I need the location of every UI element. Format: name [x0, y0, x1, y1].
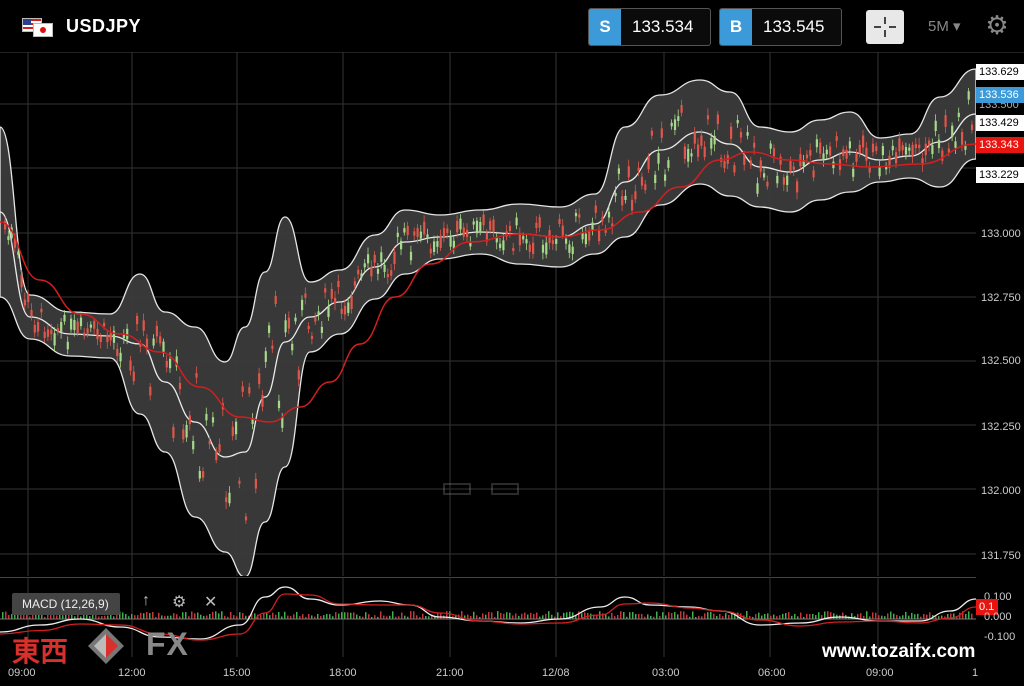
price-chart[interactable] [0, 52, 976, 576]
axis-label: 132.000 [981, 485, 1021, 497]
timeframe-selector[interactable]: 5M ▾ [928, 17, 961, 35]
buy-tag: B [720, 9, 752, 45]
axis-label: 131.750 [981, 550, 1021, 562]
bid-price-tag: 133.536 [976, 87, 1024, 103]
axis-label: 132.500 [981, 355, 1021, 367]
ma-price-tag: 133.343 [976, 137, 1024, 153]
axis-label: 133.000 [981, 228, 1021, 240]
us-jp-flag-icon [22, 18, 53, 37]
gear-icon[interactable]: ⚙ [172, 592, 186, 612]
time-label: 18:00 [329, 667, 357, 679]
arrow-up-icon[interactable]: ↑ [142, 592, 150, 610]
sell-tag: S [589, 9, 621, 45]
close-icon[interactable]: ✕ [204, 592, 217, 612]
time-axis: 09:00 12:00 15:00 18:00 21:00 12/08 03:0… [0, 666, 1024, 686]
axis-label-top: 133.629 [976, 64, 1024, 80]
macd-axis-label: 0.000 [984, 611, 1012, 623]
sell-price: 133.534 [632, 17, 694, 36]
axis-label: 132.250 [981, 421, 1021, 433]
lower-band-tag: 133.229 [976, 167, 1024, 183]
time-label: 06:00 [758, 667, 786, 679]
gear-icon[interactable]: ⚙ [984, 12, 1010, 38]
time-label: 09:00 [866, 667, 894, 679]
macd-indicator-label[interactable]: MACD (12,26,9) [12, 593, 120, 615]
time-label: 12:00 [118, 667, 146, 679]
axis-label: 132.750 [981, 292, 1021, 304]
watermark-fx: FX [146, 626, 189, 662]
time-label: 1 [972, 667, 979, 679]
macd-axis-label: -0.100 [984, 631, 1016, 643]
watermark-url: www.tozaifx.com [822, 641, 976, 662]
time-label: 15:00 [223, 667, 251, 679]
time-label: 21:00 [436, 667, 464, 679]
crosshair-icon[interactable] [866, 10, 904, 44]
time-label: 12/08 [542, 667, 570, 679]
buy-button[interactable]: B 133.545 [719, 8, 842, 46]
upper-band-tag: 133.429 [976, 115, 1024, 131]
time-label: 03:00 [652, 667, 680, 679]
timeframe-label: 5M [928, 18, 949, 35]
watermark-kanji: 東西 [12, 635, 69, 668]
buy-price: 133.545 [763, 17, 825, 36]
watermark-diamond-icon [88, 628, 124, 664]
chart-header: USDJPY S 133.534 B 133.545 5M ▾ ⚙ [0, 0, 1024, 53]
sell-button[interactable]: S 133.534 [588, 8, 711, 46]
symbol-title[interactable]: USDJPY [66, 16, 141, 37]
